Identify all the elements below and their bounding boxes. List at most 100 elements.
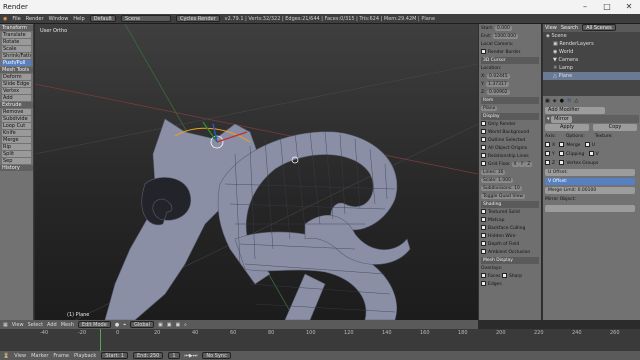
item-name-field[interactable]: Plane [481, 106, 498, 111]
sharp-checkbox[interactable] [501, 273, 507, 278]
vertex-select-icon[interactable]: ▣ [158, 322, 163, 328]
timeline-playback-menu[interactable]: Playback [74, 353, 96, 359]
outliner-row-world[interactable]: ◉ World [543, 48, 640, 56]
layout-selector[interactable]: Default [89, 15, 116, 22]
add-modifier-button[interactable]: Add Modifier [545, 107, 605, 114]
modifier-name-field[interactable]: Mirror [551, 116, 572, 123]
minimize-button[interactable]: – [574, 0, 596, 14]
grid-lines-field[interactable]: Lines: 16 [481, 170, 506, 175]
timeline-marker-menu[interactable]: Marker [31, 353, 48, 359]
display-header[interactable]: Display [481, 113, 539, 120]
shading-mode-icon[interactable]: ● [115, 322, 119, 328]
close-button[interactable]: ✕ [618, 0, 640, 14]
scene-tab-icon[interactable]: ◈ [553, 97, 557, 105]
object-tab-icon[interactable]: ● [560, 97, 564, 105]
grid-z-toggle[interactable]: Z [525, 162, 533, 167]
relationship-lines-checkbox[interactable] [481, 153, 486, 158]
outliner-row-renderlayers[interactable]: ▣ RenderLayers [543, 40, 640, 48]
tool-deform[interactable]: Deform [2, 74, 31, 80]
v-offset-field[interactable]: V Offset: [545, 178, 635, 185]
snap-icon[interactable]: ⌕ [184, 322, 187, 328]
tool-mesh-tools[interactable]: Mesh Tools [0, 67, 33, 73]
outliner-view-menu[interactable]: View [545, 24, 557, 32]
depth-of-field-checkbox[interactable] [481, 241, 486, 246]
scene-selector[interactable]: Scene [120, 15, 171, 22]
render-tab-icon[interactable]: ▣ [545, 97, 550, 105]
axis-x-checkbox[interactable] [545, 142, 550, 147]
cursor-y-field[interactable]: 1.37317 [486, 82, 509, 87]
texture-u-checkbox[interactable] [584, 142, 590, 147]
mirror-object-field[interactable] [545, 205, 635, 212]
vertex-groups-checkbox[interactable] [559, 160, 565, 165]
tool-sep[interactable]: Sep [2, 158, 31, 164]
tool-knife[interactable]: Knife [2, 130, 31, 136]
tool-rotate[interactable]: Rotate [2, 39, 31, 45]
face-select-icon[interactable]: ▣ [175, 322, 180, 328]
menu-add[interactable]: Add [47, 322, 57, 328]
editor-type-icon[interactable]: ▦ [3, 322, 8, 328]
render-border-checkbox[interactable] [481, 49, 486, 54]
cursor-z-field[interactable]: 0.00902 [487, 90, 510, 95]
only-render-checkbox[interactable] [481, 121, 486, 126]
menu-mesh[interactable]: Mesh [61, 322, 74, 328]
modifier-expand-icon[interactable]: ▾ [547, 116, 550, 122]
render-engine-selector[interactable]: Cycles Render [175, 15, 220, 22]
world-bg-checkbox[interactable] [481, 129, 486, 134]
menu-file[interactable]: File [12, 16, 20, 22]
outline-selected-checkbox[interactable] [481, 137, 486, 142]
start-frame-field[interactable]: Start: 1 [101, 352, 128, 359]
merge-checkbox[interactable] [559, 142, 565, 147]
matcap-checkbox[interactable] [481, 217, 486, 222]
play-controls-icon[interactable]: ⏮▶⏭ [185, 353, 198, 359]
tool-transform[interactable]: Transform [0, 25, 33, 31]
shading-header[interactable]: Shading [481, 201, 539, 208]
tool-split[interactable]: Split [2, 151, 31, 157]
copy-button[interactable]: Copy [593, 124, 637, 131]
outliner-row-camera[interactable]: ▼ Camera [543, 56, 640, 64]
menu-help[interactable]: Help [73, 16, 84, 22]
orientation-selector[interactable]: Global [130, 321, 154, 328]
grid-x-toggle[interactable]: X [511, 162, 519, 167]
textured-solid-checkbox[interactable] [481, 209, 486, 214]
3d-cursor-header[interactable]: 3D Cursor [481, 57, 539, 64]
menu-window[interactable]: Window [49, 16, 69, 22]
tool-scale[interactable]: Scale [2, 46, 31, 52]
clipping-checkbox[interactable] [559, 151, 565, 156]
clip-start-field[interactable]: 0.000 [494, 26, 512, 31]
clip-end-field[interactable]: 1000.000 [492, 34, 518, 39]
outliner-row-lamp[interactable]: ☼ Lamp [543, 64, 640, 72]
timeline-editor-icon[interactable]: ⏳ [3, 353, 9, 359]
mesh-display-header[interactable]: Mesh Display [481, 257, 539, 264]
grid-floor-checkbox[interactable] [481, 161, 486, 166]
u-offset-field[interactable]: U Offset: [545, 169, 635, 176]
menu-select[interactable]: Select [28, 322, 43, 328]
axis-y-checkbox[interactable] [545, 151, 550, 156]
current-frame-field[interactable]: 1 [168, 352, 180, 359]
tool-rip[interactable]: Rip [2, 144, 31, 150]
tool-subdivide[interactable]: Subdivide [2, 116, 31, 122]
cursor-x-field[interactable]: 0.02445 [487, 74, 510, 79]
tool-remove[interactable]: Remove [2, 109, 31, 115]
tool-translate[interactable]: Translate [2, 32, 31, 38]
tool-push-pull[interactable]: Push/Pull [2, 60, 31, 66]
outliner-row-plane[interactable]: △ Plane [543, 72, 640, 80]
texture-v-checkbox[interactable] [588, 151, 594, 156]
edges-checkbox[interactable] [481, 281, 486, 286]
tool-vertex[interactable]: Vertex [2, 88, 31, 94]
axis-z-checkbox[interactable] [545, 160, 550, 165]
mode-selector[interactable]: Edit Mode [77, 321, 111, 328]
grid-scale-field[interactable]: Scale: 1.000 [481, 178, 513, 183]
data-tab-icon[interactable]: △ [574, 97, 578, 105]
tool-loop-cut[interactable]: Loop Cut [2, 123, 31, 129]
toggle-quad-view-button[interactable]: Toggle Quad View [481, 194, 526, 199]
sync-mode-selector[interactable]: No Sync [202, 352, 231, 359]
faces-checkbox[interactable] [481, 273, 486, 278]
tool-shrink-fatten[interactable]: Shrink/Fatten [2, 53, 31, 59]
maximize-button[interactable]: □ [596, 0, 618, 14]
tool-slide-edge[interactable]: Slide Edge [2, 81, 31, 87]
outliner-display-mode[interactable]: All Scenes [582, 24, 616, 31]
menu-view[interactable]: View [12, 322, 24, 328]
merge-limit-field[interactable]: Merge Limit: 0.00100 [545, 187, 635, 194]
ambient-occlusion-checkbox[interactable] [481, 249, 486, 254]
subdivisions-field[interactable]: Subdivisions: 10 [481, 186, 522, 191]
